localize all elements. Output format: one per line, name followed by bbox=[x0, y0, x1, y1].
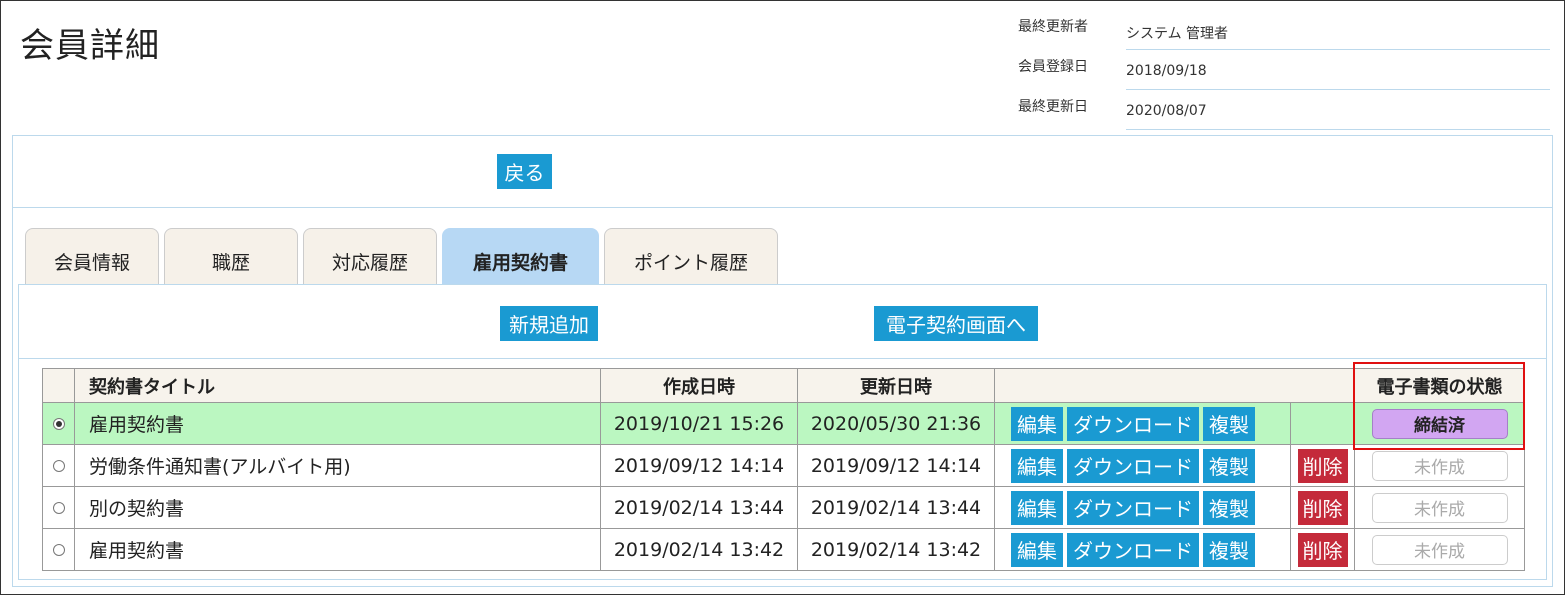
header-updated: 更新日時 bbox=[797, 368, 995, 403]
row-updated: 2019/09/12 14:14 bbox=[797, 444, 995, 487]
row-title: 雇用契約書 bbox=[74, 402, 601, 445]
row-updated: 2020/05/30 21:36 bbox=[797, 402, 995, 445]
add-new-button[interactable]: 新規追加 bbox=[500, 306, 598, 341]
edit-button[interactable]: 編集 bbox=[1011, 406, 1063, 441]
row-delete-cell bbox=[1290, 402, 1355, 445]
row-status-cell: 未作成 bbox=[1354, 486, 1525, 529]
copy-button[interactable]: 複製 bbox=[1203, 532, 1255, 567]
meta-value: 2020/08/07 bbox=[1126, 90, 1550, 130]
download-button[interactable]: ダウンロード bbox=[1067, 532, 1199, 567]
table-row[interactable]: 別の契約書 2019/02/14 13:44 2019/02/14 13:44 … bbox=[42, 486, 1525, 529]
tab-support-history[interactable]: 対応履歴 bbox=[303, 228, 437, 284]
back-button[interactable]: 戻る bbox=[497, 154, 552, 189]
header-select bbox=[42, 368, 75, 403]
edit-button[interactable]: 編集 bbox=[1011, 490, 1063, 525]
tab-bar: 会員情報 職歴 対応履歴 雇用契約書 ポイント履歴 bbox=[25, 228, 783, 284]
meta-label: 最終更新者 bbox=[1018, 19, 1088, 35]
meta-row-updated: 最終更新日 2020/08/07 bbox=[1018, 90, 1550, 130]
edit-button[interactable]: 編集 bbox=[1011, 448, 1063, 483]
row-status-cell: 締結済 bbox=[1354, 402, 1525, 445]
table-row[interactable]: 雇用契約書 2019/10/21 15:26 2020/05/30 21:36 … bbox=[42, 402, 1525, 445]
tab-point-history[interactable]: ポイント履歴 bbox=[604, 228, 778, 284]
back-row: 戻る bbox=[13, 136, 1552, 208]
row-created: 2019/09/12 14:14 bbox=[600, 444, 798, 487]
tab-employment-contract[interactable]: 雇用契約書 bbox=[442, 228, 599, 284]
row-delete-cell: 削除 bbox=[1290, 444, 1355, 487]
meta-value: システム 管理者 bbox=[1126, 10, 1550, 50]
main-panel: 戻る 会員情報 職歴 対応履歴 雇用契約書 ポイント履歴 新規追加 電子契約画面… bbox=[12, 135, 1553, 587]
row-title: 労働条件通知書(アルバイト用) bbox=[74, 444, 601, 487]
tab-content: 新規追加 電子契約画面へ 契約書タイトル 作成日時 更新日時 電子書類の状態 雇… bbox=[18, 284, 1547, 580]
radio-button[interactable] bbox=[52, 543, 65, 556]
header-status: 電子書類の状態 bbox=[1354, 368, 1525, 403]
row-buttons: 編集 ダウンロード 複製 bbox=[994, 528, 1291, 571]
edit-button[interactable]: 編集 bbox=[1011, 532, 1063, 567]
meta-info: 最終更新者 システム 管理者 会員登録日 2018/09/18 最終更新日 20… bbox=[1018, 10, 1550, 130]
row-title: 雇用契約書 bbox=[74, 528, 601, 571]
row-delete-cell: 削除 bbox=[1290, 528, 1355, 571]
contract-table: 契約書タイトル 作成日時 更新日時 電子書類の状態 雇用契約書 2019/10/… bbox=[42, 368, 1525, 571]
copy-button[interactable]: 複製 bbox=[1203, 406, 1255, 441]
tab-member-info[interactable]: 会員情報 bbox=[25, 228, 159, 284]
status-button[interactable]: 未作成 bbox=[1371, 492, 1508, 523]
download-button[interactable]: ダウンロード bbox=[1067, 406, 1199, 441]
row-select-cell[interactable] bbox=[42, 486, 75, 529]
row-select-cell[interactable] bbox=[42, 528, 75, 571]
row-buttons: 編集 ダウンロード 複製 bbox=[994, 486, 1291, 529]
table-row[interactable]: 雇用契約書 2019/02/14 13:42 2019/02/14 13:42 … bbox=[42, 528, 1525, 571]
table-header-row: 契約書タイトル 作成日時 更新日時 電子書類の状態 bbox=[42, 368, 1525, 403]
table-row[interactable]: 労働条件通知書(アルバイト用) 2019/09/12 14:14 2019/09… bbox=[42, 444, 1525, 487]
radio-button[interactable] bbox=[52, 459, 65, 472]
copy-button[interactable]: 複製 bbox=[1203, 490, 1255, 525]
delete-button[interactable]: 削除 bbox=[1297, 532, 1348, 567]
radio-button[interactable] bbox=[52, 417, 65, 430]
delete-button[interactable]: 削除 bbox=[1297, 490, 1348, 525]
status-button[interactable]: 締結済 bbox=[1371, 408, 1508, 439]
row-status-cell: 未作成 bbox=[1354, 528, 1525, 571]
tab-work-history[interactable]: 職歴 bbox=[164, 228, 298, 284]
meta-label: 最終更新日 bbox=[1018, 99, 1088, 115]
meta-value: 2018/09/18 bbox=[1126, 50, 1550, 90]
page-title: 会員詳細 bbox=[20, 26, 160, 66]
row-buttons: 編集 ダウンロード 複製 bbox=[994, 444, 1291, 487]
row-created: 2019/02/14 13:42 bbox=[600, 528, 798, 571]
download-button[interactable]: ダウンロード bbox=[1067, 448, 1199, 483]
row-select-cell[interactable] bbox=[42, 444, 75, 487]
row-updated: 2019/02/14 13:44 bbox=[797, 486, 995, 529]
meta-label: 会員登録日 bbox=[1018, 59, 1088, 75]
header-created: 作成日時 bbox=[600, 368, 798, 403]
row-updated: 2019/02/14 13:42 bbox=[797, 528, 995, 571]
meta-row-updater: 最終更新者 システム 管理者 bbox=[1018, 10, 1550, 50]
row-created: 2019/02/14 13:44 bbox=[600, 486, 798, 529]
delete-button[interactable]: 削除 bbox=[1297, 448, 1348, 483]
status-button[interactable]: 未作成 bbox=[1371, 534, 1508, 565]
row-buttons: 編集 ダウンロード 複製 bbox=[994, 402, 1291, 445]
row-select-cell[interactable] bbox=[42, 402, 75, 445]
meta-row-registered: 会員登録日 2018/09/18 bbox=[1018, 50, 1550, 90]
copy-button[interactable]: 複製 bbox=[1203, 448, 1255, 483]
download-button[interactable]: ダウンロード bbox=[1067, 490, 1199, 525]
status-button[interactable]: 未作成 bbox=[1371, 450, 1508, 481]
header-title: 契約書タイトル bbox=[74, 368, 601, 403]
radio-button[interactable] bbox=[52, 501, 65, 514]
row-created: 2019/10/21 15:26 bbox=[600, 402, 798, 445]
header-actions bbox=[994, 368, 1355, 403]
row-title: 別の契約書 bbox=[74, 486, 601, 529]
row-delete-cell: 削除 bbox=[1290, 486, 1355, 529]
row-status-cell: 未作成 bbox=[1354, 444, 1525, 487]
esign-screen-button[interactable]: 電子契約画面へ bbox=[874, 306, 1038, 341]
action-row: 新規追加 電子契約画面へ bbox=[19, 285, 1546, 359]
